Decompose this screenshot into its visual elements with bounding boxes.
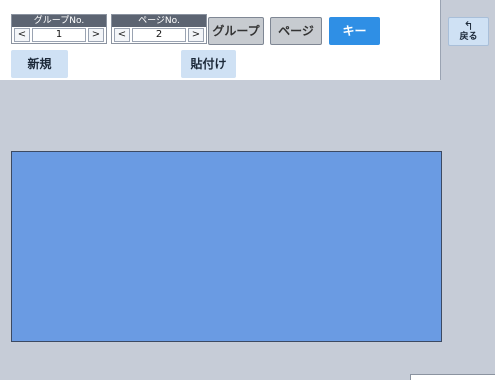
back-arrow-icon: ↰ (463, 19, 474, 33)
back-button[interactable]: ↰ 戻る (448, 17, 489, 46)
group-number-label: グループNo. (12, 15, 106, 27)
group-number-value: 1 (32, 28, 86, 42)
group-number-stepper: グループNo. < 1 > (11, 14, 107, 44)
top-toolbar: グループNo. < 1 > ページNo. < 2 > グループ ページ キー 新… (0, 0, 441, 80)
page-next-button[interactable]: > (188, 28, 204, 42)
page-prev-button[interactable]: < (114, 28, 130, 42)
key-area[interactable] (11, 151, 442, 342)
page-number-value: 2 (132, 28, 186, 42)
page-number-label: ページNo. (112, 15, 206, 27)
group-mode-button[interactable]: グループ (208, 17, 264, 45)
paste-button[interactable]: 貼付け (181, 50, 236, 78)
new-button[interactable]: 新規 (11, 50, 68, 78)
page-mode-button[interactable]: ページ (270, 17, 322, 45)
page-number-stepper: ページNo. < 2 > (111, 14, 207, 44)
key-mode-button[interactable]: キー (329, 17, 380, 45)
group-prev-button[interactable]: < (14, 28, 30, 42)
back-label: 戻る (459, 32, 478, 42)
bottom-panel-edge (410, 374, 495, 380)
group-next-button[interactable]: > (88, 28, 104, 42)
